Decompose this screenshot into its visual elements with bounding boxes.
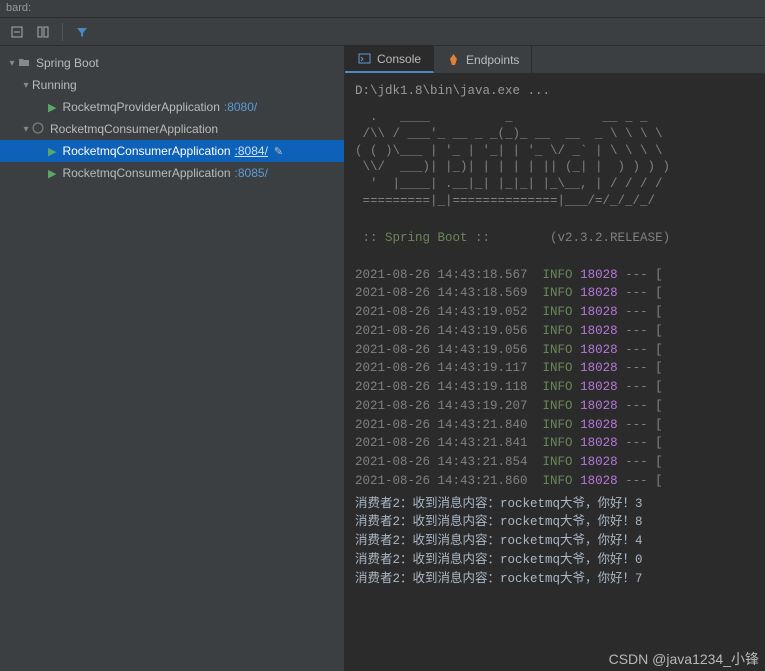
tree-root-springboot[interactable]: ▾ Spring Boot (0, 52, 344, 74)
chevron-down-icon: ▾ (6, 58, 18, 69)
tree-consumer-8084-label: RocketmqConsumerApplication (62, 144, 230, 158)
tree-running-group[interactable]: ▾ Running (0, 74, 344, 96)
console-output[interactable]: D:\jdk1.8\bin\java.exe ... . ____ _ __ _… (345, 74, 765, 671)
tab-console[interactable]: Console (345, 46, 434, 73)
toolbar (0, 18, 765, 46)
log-line: 2021-08-26 14:43:21.854 INFO 18028 --- [ (355, 453, 755, 472)
watermark-text: CSDN @java1234_小锋 (609, 649, 759, 669)
tree-consumer-8085[interactable]: ▶ RocketmqConsumerApplication :8085/ (0, 162, 344, 184)
tab-console-label: Console (377, 52, 421, 66)
console-icon (357, 52, 371, 66)
spring-banner-ascii: . ____ _ __ _ _ /\\ / ___'_ __ _ _(_)_ _… (355, 109, 755, 210)
group-icon (32, 122, 46, 137)
message-lines: 消费者2：收到消息内容：rocketmq大爷，你好！3消费者2：收到消息内容：r… (355, 495, 755, 589)
tree-provider-port[interactable]: :8080/ (224, 100, 257, 114)
message-line: 消费者2：收到消息内容：rocketmq大爷，你好！4 (355, 532, 755, 551)
log-line: 2021-08-26 14:43:21.860 INFO 18028 --- [ (355, 472, 755, 491)
log-line: 2021-08-26 14:43:19.052 INFO 18028 --- [ (355, 303, 755, 322)
tree-consumer-8085-label: RocketmqConsumerApplication (62, 166, 230, 180)
collapse-all-icon[interactable] (6, 21, 28, 43)
tree-consumer-group-label: RocketmqConsumerApplication (50, 122, 218, 136)
tree-running-label: Running (32, 78, 77, 92)
content-area: Console Endpoints D:\jdk1.8\bin\java.exe… (345, 46, 765, 671)
tree-consumer-8084-port[interactable]: :8084/ (235, 144, 268, 158)
message-line: 消费者2：收到消息内容：rocketmq大爷，你好！8 (355, 513, 755, 532)
run-icon: ▶ (48, 101, 56, 114)
tree-consumer-8084[interactable]: ▶ RocketmqConsumerApplication :8084/ ✎ (0, 140, 344, 162)
edit-icon[interactable]: ✎ (274, 145, 283, 158)
log-line: 2021-08-26 14:43:21.840 INFO 18028 --- [ (355, 416, 755, 435)
run-icon: ▶ (48, 145, 56, 158)
window-title-text: bard: (6, 2, 31, 14)
tab-bar: Console Endpoints (345, 46, 765, 74)
log-line: 2021-08-26 14:43:18.567 INFO 18028 --- [ (355, 266, 755, 285)
log-line: 2021-08-26 14:43:18.569 INFO 18028 --- [ (355, 284, 755, 303)
spring-boot-label: :: Spring Boot :: (355, 231, 498, 245)
message-line: 消费者2：收到消息内容：rocketmq大爷，你好！0 (355, 551, 755, 570)
console-cmd: D:\jdk1.8\bin\java.exe ... (355, 84, 550, 98)
layout-icon[interactable] (32, 21, 54, 43)
log-line: 2021-08-26 14:43:19.118 INFO 18028 --- [ (355, 378, 755, 397)
run-tree: ▾ Spring Boot ▾ Running ▶ RocketmqProvid… (0, 46, 344, 190)
filter-icon[interactable] (71, 21, 93, 43)
message-line: 消费者2：收到消息内容：rocketmq大爷，你好！7 (355, 570, 755, 589)
main-area: ▾ Spring Boot ▾ Running ▶ RocketmqProvid… (0, 46, 765, 671)
window-titlebar: bard: (0, 0, 765, 18)
tree-consumer-8085-port[interactable]: :8085/ (235, 166, 268, 180)
tree-provider-label: RocketmqProviderApplication (62, 100, 219, 114)
tree-provider-app[interactable]: ▶ RocketmqProviderApplication :8080/ (0, 96, 344, 118)
endpoints-icon (446, 53, 460, 67)
message-line: 消费者2：收到消息内容：rocketmq大爷，你好！3 (355, 495, 755, 514)
tab-endpoints[interactable]: Endpoints (434, 46, 532, 73)
run-dashboard-sidebar: ▾ Spring Boot ▾ Running ▶ RocketmqProvid… (0, 46, 345, 671)
chevron-down-icon: ▾ (20, 80, 32, 91)
folder-icon (18, 56, 32, 71)
toolbar-divider (62, 23, 63, 41)
tree-root-label: Spring Boot (36, 56, 99, 70)
log-line: 2021-08-26 14:43:21.841 INFO 18028 --- [ (355, 434, 755, 453)
log-line: 2021-08-26 14:43:19.117 INFO 18028 --- [ (355, 359, 755, 378)
log-line: 2021-08-26 14:43:19.056 INFO 18028 --- [ (355, 341, 755, 360)
run-icon: ▶ (48, 167, 56, 180)
spring-boot-version: (v2.3.2.RELEASE) (550, 231, 670, 245)
tab-endpoints-label: Endpoints (466, 53, 519, 67)
log-line: 2021-08-26 14:43:19.207 INFO 18028 --- [ (355, 397, 755, 416)
log-line: 2021-08-26 14:43:19.056 INFO 18028 --- [ (355, 322, 755, 341)
chevron-down-icon: ▾ (20, 124, 32, 135)
tree-consumer-group[interactable]: ▾ RocketmqConsumerApplication (0, 118, 344, 140)
log-lines: 2021-08-26 14:43:18.567 INFO 18028 --- [… (355, 266, 755, 491)
